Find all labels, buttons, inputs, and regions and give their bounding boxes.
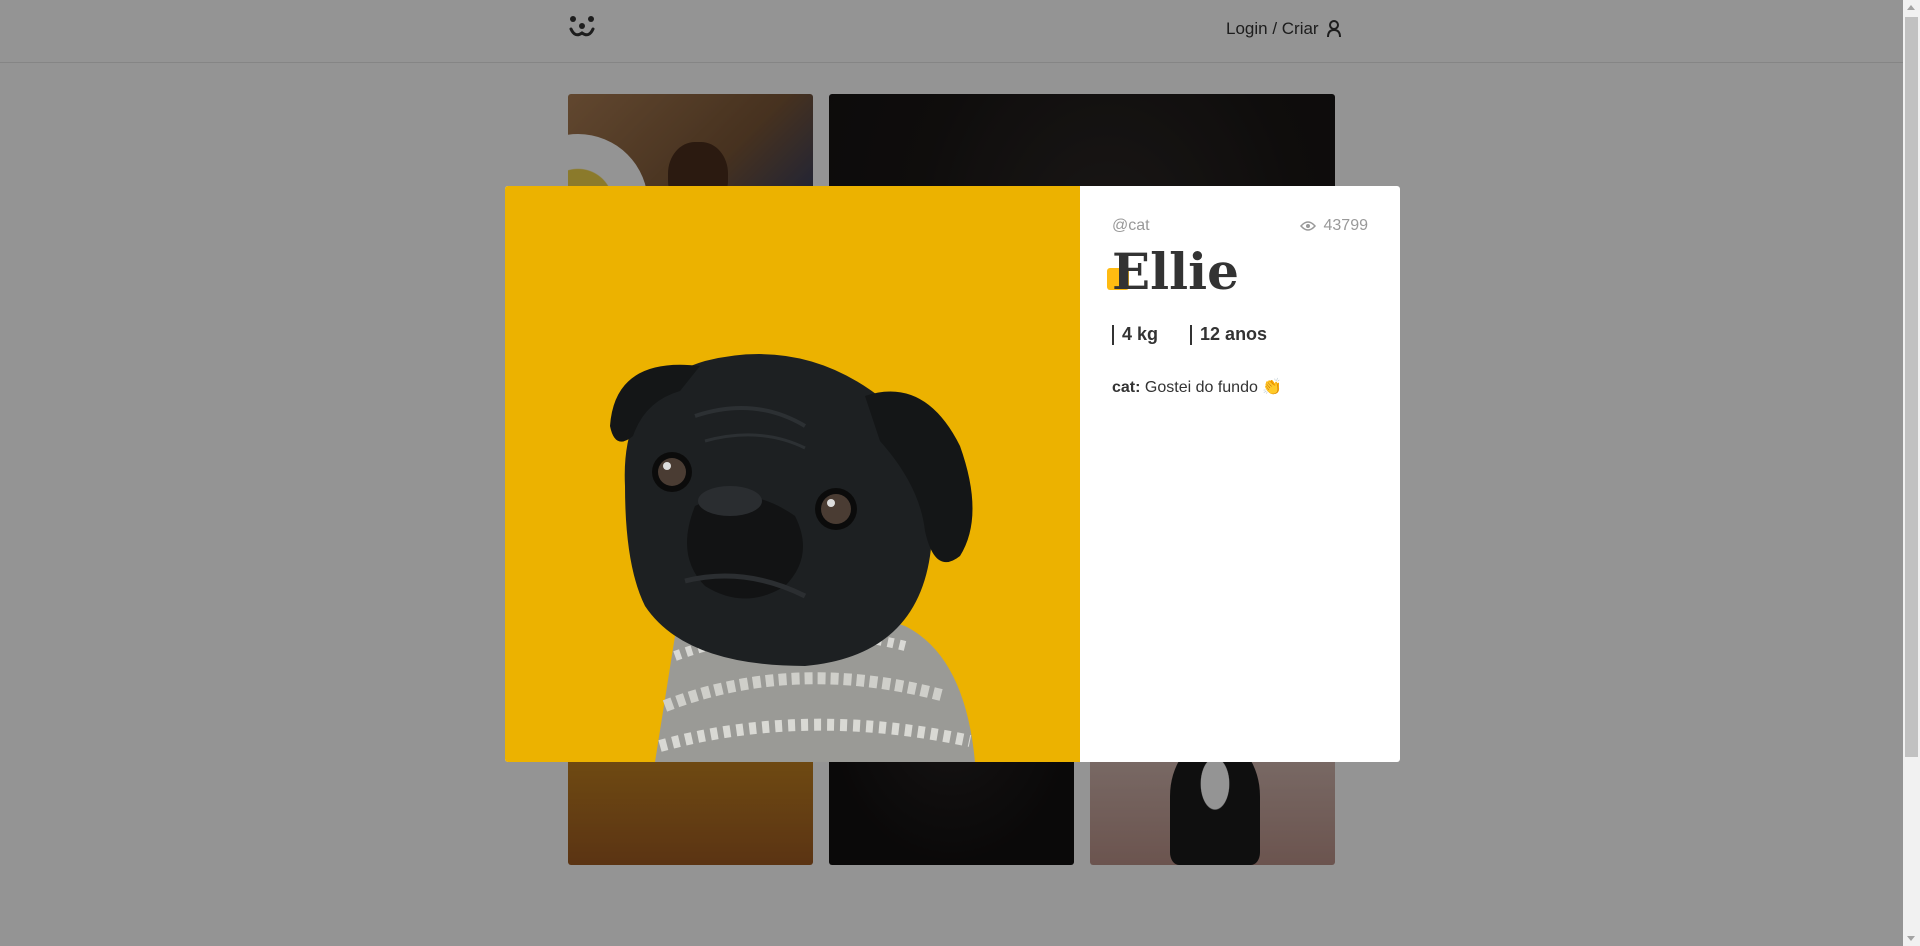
pet-weight: 4 kg bbox=[1112, 324, 1158, 345]
view-count-value: 43799 bbox=[1323, 217, 1369, 234]
comment-list: cat: Gostei do fundo 👏 bbox=[1112, 377, 1282, 397]
pet-name-text: Ellie bbox=[1112, 242, 1239, 301]
pet-photo bbox=[505, 186, 1080, 762]
scrollbar-thumb[interactable] bbox=[1905, 17, 1918, 757]
pet-attributes: 4 kg 12 anos bbox=[1112, 324, 1267, 345]
comment-item: cat: Gostei do fundo 👏 bbox=[1112, 377, 1282, 397]
photo-modal: @cat 43799 Ellie 4 kg 12 anos cat: Goste… bbox=[505, 186, 1400, 762]
page-scrollbar[interactable] bbox=[1903, 0, 1920, 946]
eye-icon bbox=[1299, 221, 1316, 231]
pet-age: 12 anos bbox=[1190, 324, 1267, 345]
view-count: 43799 bbox=[1299, 217, 1369, 235]
scroll-up-arrow-icon[interactable] bbox=[1907, 5, 1915, 10]
pet-name-title[interactable]: Ellie bbox=[1107, 242, 1239, 302]
comment-author: cat: bbox=[1112, 379, 1141, 396]
comment-text: Gostei do fundo 👏 bbox=[1144, 379, 1283, 396]
author-link[interactable]: @cat bbox=[1112, 217, 1150, 235]
photo-details: @cat 43799 Ellie 4 kg 12 anos cat: Goste… bbox=[1080, 186, 1400, 762]
scroll-down-arrow-icon[interactable] bbox=[1907, 936, 1915, 941]
